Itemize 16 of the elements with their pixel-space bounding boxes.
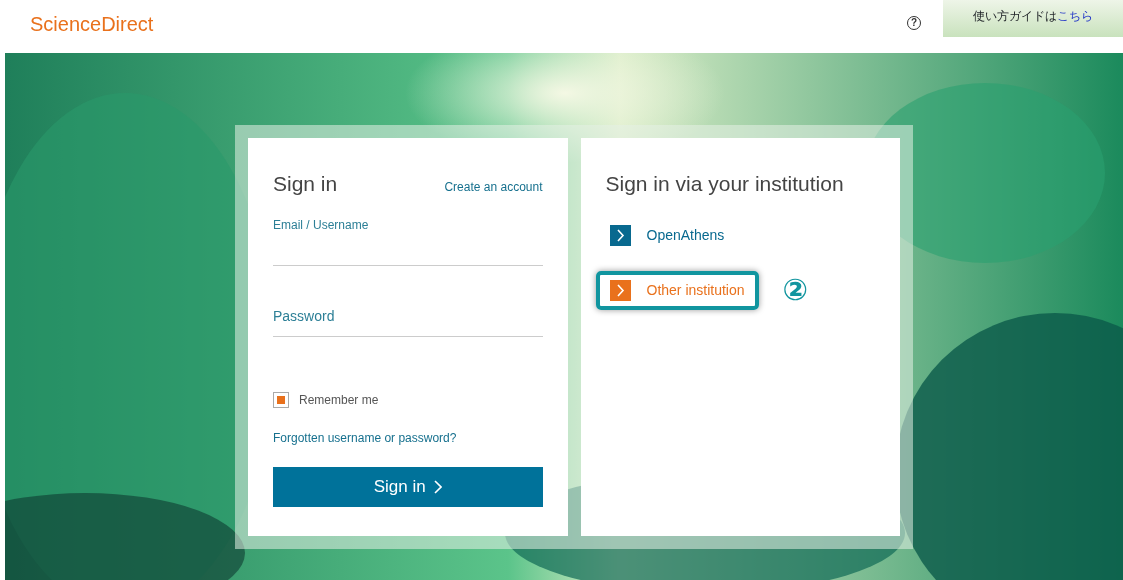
chevron-icon [433,479,442,494]
institution-option[interactable]: Other institution [595,270,759,310]
institution-option[interactable]: OpenAthens [595,215,739,255]
institution-title: Sign in via your institution [605,171,845,197]
step-marker: ② [782,275,808,305]
guide-link[interactable]: こちら [1057,9,1093,23]
remember-label: Remember me [299,391,379,409]
password-label: Password [273,306,336,326]
logo[interactable]: ScienceDirect [30,9,154,39]
create-account-link[interactable]: Create an account [444,178,543,196]
guide-text: 使い方ガイドは [973,9,1057,23]
email-label: Email / Username [273,216,370,234]
remember-checkbox[interactable] [273,391,289,408]
sign-in-title: Sign in [273,171,338,197]
sign-in-button[interactable]: Sign in [273,466,543,507]
forgot-link[interactable]: Forgotten username or password? [273,428,457,447]
